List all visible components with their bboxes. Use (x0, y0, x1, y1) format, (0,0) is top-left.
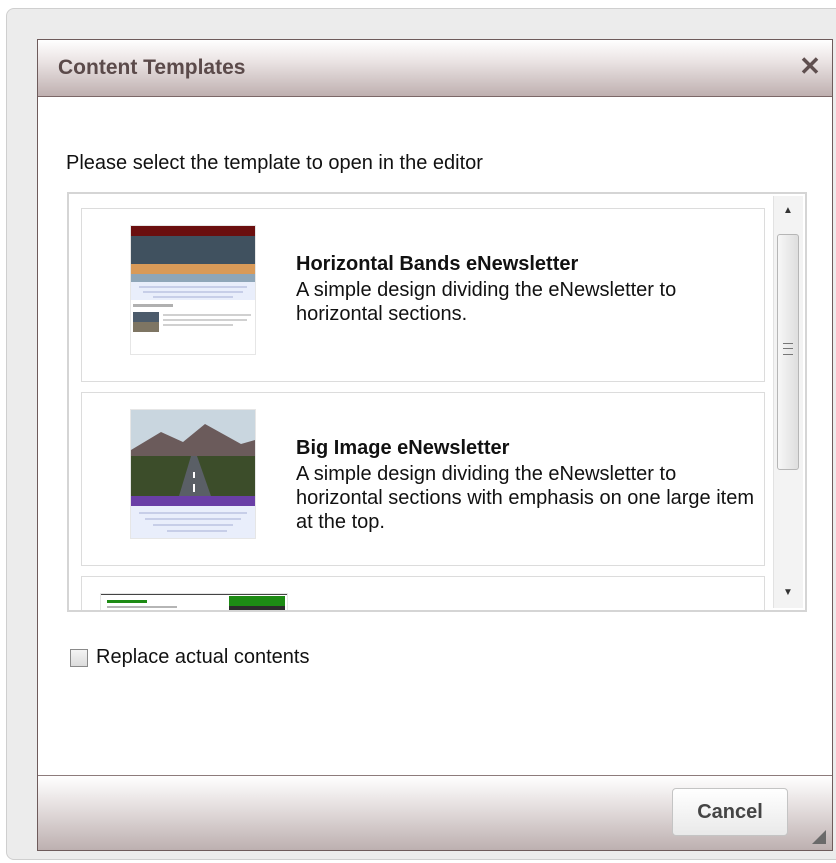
resize-grip-icon[interactable] (812, 830, 826, 844)
list-scrollbar[interactable]: ▲ ▼ (773, 196, 803, 608)
template-card-partial[interactable] (81, 576, 765, 610)
template-card-big-image[interactable]: Big Image eNewsletter A simple design di… (81, 392, 765, 566)
template-thumbnail (130, 409, 256, 539)
template-card-horizontal-bands[interactable]: Horizontal Bands eNewsletter A simple de… (81, 208, 765, 382)
thumbnail-partial (101, 594, 287, 610)
replace-contents-label[interactable]: Replace actual contents (96, 646, 309, 669)
template-info: Horizontal Bands eNewsletter A simple de… (296, 253, 756, 326)
instruction-text: Please select the template to open in th… (66, 152, 483, 174)
scroll-down-arrow-icon[interactable]: ▼ (774, 580, 802, 606)
template-title: Horizontal Bands eNewsletter (296, 253, 579, 275)
template-description: A simple design dividing the eNewsletter… (296, 279, 677, 325)
replace-contents-checkbox[interactable] (70, 648, 88, 667)
scrollbar-grip-icon (783, 343, 793, 355)
scrollbar-thumb[interactable] (777, 234, 799, 470)
dialog-backdrop: Content Templates ✕ Please select the te… (6, 8, 836, 860)
template-info: Big Image eNewsletter A simple design di… (296, 437, 756, 534)
dialog-footer: Cancel (38, 775, 832, 850)
dialog-titlebar[interactable]: Content Templates ✕ (38, 40, 832, 97)
template-thumbnail (100, 593, 288, 610)
dialog-title: Content Templates (58, 56, 246, 79)
replace-contents-row[interactable]: Replace actual contents (70, 646, 309, 669)
thumbnail-horizontal-bands (131, 226, 255, 332)
template-title: Big Image eNewsletter (296, 437, 510, 459)
scroll-up-arrow-icon[interactable]: ▲ (774, 198, 802, 224)
thumbnail-big-image (131, 410, 255, 538)
template-list[interactable]: Horizontal Bands eNewsletter A simple de… (67, 192, 807, 612)
content-templates-dialog: Content Templates ✕ Please select the te… (37, 39, 833, 851)
template-thumbnail (130, 225, 256, 355)
close-icon[interactable]: ✕ (796, 50, 824, 82)
template-description: A simple design dividing the eNewsletter… (296, 463, 755, 533)
cancel-button[interactable]: Cancel (672, 788, 788, 836)
